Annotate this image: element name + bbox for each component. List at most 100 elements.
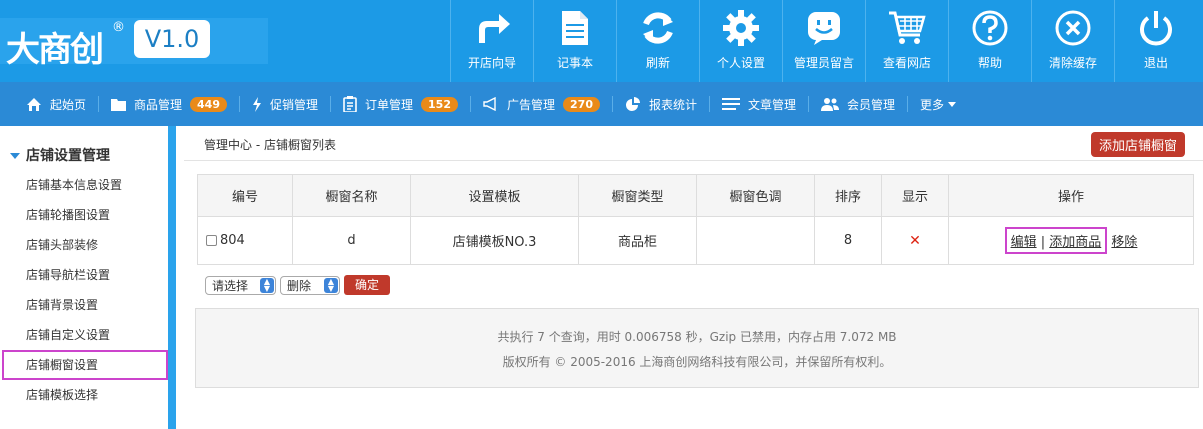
sidebar-section-title[interactable]: 店铺设置管理 xyxy=(10,145,110,165)
topnav-label: 管理员留言 xyxy=(793,56,854,70)
column-header: 操作 xyxy=(948,174,1194,217)
color-cell xyxy=(696,216,815,265)
topnav-setup-wizard[interactable]: 开店向导 xyxy=(450,0,533,82)
row-checkbox[interactable] xyxy=(206,235,217,246)
divider xyxy=(239,96,240,112)
breadcrumb-current: 店铺橱窗列表 xyxy=(263,138,336,152)
count-badge: 449 xyxy=(190,96,227,112)
version-badge: V1.0 xyxy=(134,20,210,58)
refresh-icon xyxy=(617,8,699,48)
select-arrows-icon: ▲ ▼ xyxy=(324,277,338,293)
sidebar-item-navbar[interactable]: 店铺导航栏设置 xyxy=(0,260,168,290)
menu-item-label: 起始页 xyxy=(50,97,87,112)
table-header-row: 编号 橱窗名称 设置模板 橱窗类型 橱窗色调 排序 显示 操作 xyxy=(197,174,1194,217)
topnav-notepad[interactable]: 记事本 xyxy=(533,0,616,82)
menu-item-articles[interactable]: 文章管理 xyxy=(722,82,808,126)
column-header: 橱窗色调 xyxy=(696,174,815,217)
column-header: 显示 xyxy=(881,174,949,217)
menu-item-orders[interactable]: 订单管理 152 xyxy=(343,82,470,126)
divider xyxy=(470,96,471,112)
select-arrows-icon: ▲ ▼ xyxy=(260,277,274,293)
breadcrumb-separator: - xyxy=(252,138,264,152)
sidebar-item-header-decor[interactable]: 店铺头部装修 xyxy=(0,230,168,260)
topnav-label: 记事本 xyxy=(556,56,593,70)
main-menu: 起始页 商品管理 449 促销管理 订单管理 152 广告管理 270 报表统计… xyxy=(0,82,1203,126)
menu-item-goods[interactable]: 商品管理 449 xyxy=(111,82,239,126)
logo-registered-mark: ® xyxy=(112,20,125,35)
folder-icon xyxy=(111,98,127,111)
divider xyxy=(611,96,613,112)
link-separator: | xyxy=(1036,235,1050,250)
topnav-label: 刷新 xyxy=(645,56,670,70)
column-header: 橱窗名称 xyxy=(292,174,411,217)
menu-item-label: 订单管理 xyxy=(365,97,414,112)
topnav-label: 个人设置 xyxy=(716,56,765,70)
topnav-logout[interactable]: 退出 xyxy=(1114,0,1197,82)
topnav-view-shop[interactable]: 查看网店 xyxy=(865,0,948,82)
topnav-help[interactable]: 帮助 xyxy=(948,0,1031,82)
menu-item-members[interactable]: 会员管理 xyxy=(821,82,907,126)
sidebar-list: 店铺基本信息设置 店铺轮播图设置 店铺头部装修 店铺导航栏设置 店铺背景设置 店… xyxy=(0,170,168,410)
topnav-label: 开店向导 xyxy=(467,56,516,70)
add-showcase-button[interactable]: 添加店铺橱窗 xyxy=(1090,132,1185,157)
caret-down-icon xyxy=(948,101,957,107)
row-id: 804 xyxy=(220,233,245,248)
menu-item-more[interactable]: 更多 xyxy=(920,82,968,126)
sidebar: 店铺设置管理 店铺基本信息设置 店铺轮播图设置 店铺头部装修 店铺导航栏设置 店… xyxy=(0,126,176,429)
megaphone-icon xyxy=(483,97,499,111)
caret-down-icon xyxy=(10,153,20,159)
menu-item-label: 会员管理 xyxy=(847,97,896,112)
add-goods-link[interactable]: 添加商品 xyxy=(1049,235,1101,250)
footer: 共执行 7 个查询，用时 0.006758 秒，Gzip 已禁用，内存占用 7.… xyxy=(195,308,1199,388)
confirm-button[interactable]: 确定 xyxy=(344,275,391,295)
action-select[interactable]: 删除 ▲ ▼ xyxy=(280,275,340,295)
menu-item-label: 商品管理 xyxy=(134,97,183,112)
top-nav: 开店向导 记事本 刷新 个人设置 管理员留言 查看网店 帮助 清除缓存 退出 xyxy=(450,0,1197,82)
batch-select[interactable]: 请选择 ▲ ▼ xyxy=(205,275,276,295)
type-cell: 商品柜 xyxy=(578,216,697,265)
sidebar-item-carousel[interactable]: 店铺轮播图设置 xyxy=(0,200,168,230)
select-value: 删除 xyxy=(287,278,312,293)
power-icon xyxy=(1115,8,1197,48)
topnav-personal-settings[interactable]: 个人设置 xyxy=(699,0,782,82)
divider xyxy=(907,96,909,112)
name-cell: d xyxy=(292,216,411,265)
column-header[interactable]: 排序 xyxy=(814,174,882,217)
breadcrumb: 管理中心 - 店铺橱窗列表 xyxy=(204,136,336,153)
sidebar-item-background[interactable]: 店铺背景设置 xyxy=(0,290,168,320)
pie-chart-icon xyxy=(625,97,641,111)
topnav-refresh[interactable]: 刷新 xyxy=(616,0,699,82)
id-cell: 804 xyxy=(197,216,293,265)
sidebar-item-showcase[interactable]: 店铺橱窗设置 xyxy=(2,350,168,380)
divider xyxy=(709,96,710,112)
sidebar-item-template[interactable]: 店铺模板选择 xyxy=(0,380,168,410)
topnav-clear-cache[interactable]: 清除缓存 xyxy=(1031,0,1114,82)
remove-link[interactable]: 移除 xyxy=(1111,235,1137,250)
clipboard-icon xyxy=(343,96,357,112)
question-icon xyxy=(949,8,1031,48)
sidebar-title-label: 店铺设置管理 xyxy=(26,148,110,164)
template-cell: 店铺模板NO.3 xyxy=(410,216,579,265)
operations-highlight: 编辑 | 添加商品 xyxy=(1004,227,1108,254)
logo[interactable]: 大商创 ® V1.0 xyxy=(0,18,268,70)
menu-item-promotion[interactable]: 促销管理 xyxy=(252,82,330,126)
cross-icon[interactable]: ✕ xyxy=(909,233,921,249)
select-value: 请选择 xyxy=(212,278,249,293)
sidebar-item-basic-info[interactable]: 店铺基本信息设置 xyxy=(0,170,168,200)
chat-smile-icon xyxy=(783,8,865,48)
column-header[interactable]: 编号 xyxy=(197,174,293,217)
edit-link[interactable]: 编辑 xyxy=(1011,235,1037,250)
divider xyxy=(808,96,810,112)
menu-item-label: 更多 xyxy=(920,97,945,112)
menu-item-ads[interactable]: 广告管理 270 xyxy=(483,82,612,126)
menu-item-reports[interactable]: 报表统计 xyxy=(625,82,709,126)
users-icon xyxy=(821,97,840,111)
breadcrumb-root[interactable]: 管理中心 xyxy=(204,138,252,152)
menu-item-home[interactable]: 起始页 xyxy=(26,82,98,126)
topnav-label: 清除缓存 xyxy=(1048,56,1097,70)
sidebar-item-custom[interactable]: 店铺自定义设置 xyxy=(0,320,168,350)
divider xyxy=(98,96,100,112)
topnav-admin-message[interactable]: 管理员留言 xyxy=(782,0,865,82)
menu-item-label: 文章管理 xyxy=(748,97,797,112)
showcase-table: 编号 橱窗名称 设置模板 橱窗类型 橱窗色调 排序 显示 操作 804 d 店铺… xyxy=(197,174,1194,265)
